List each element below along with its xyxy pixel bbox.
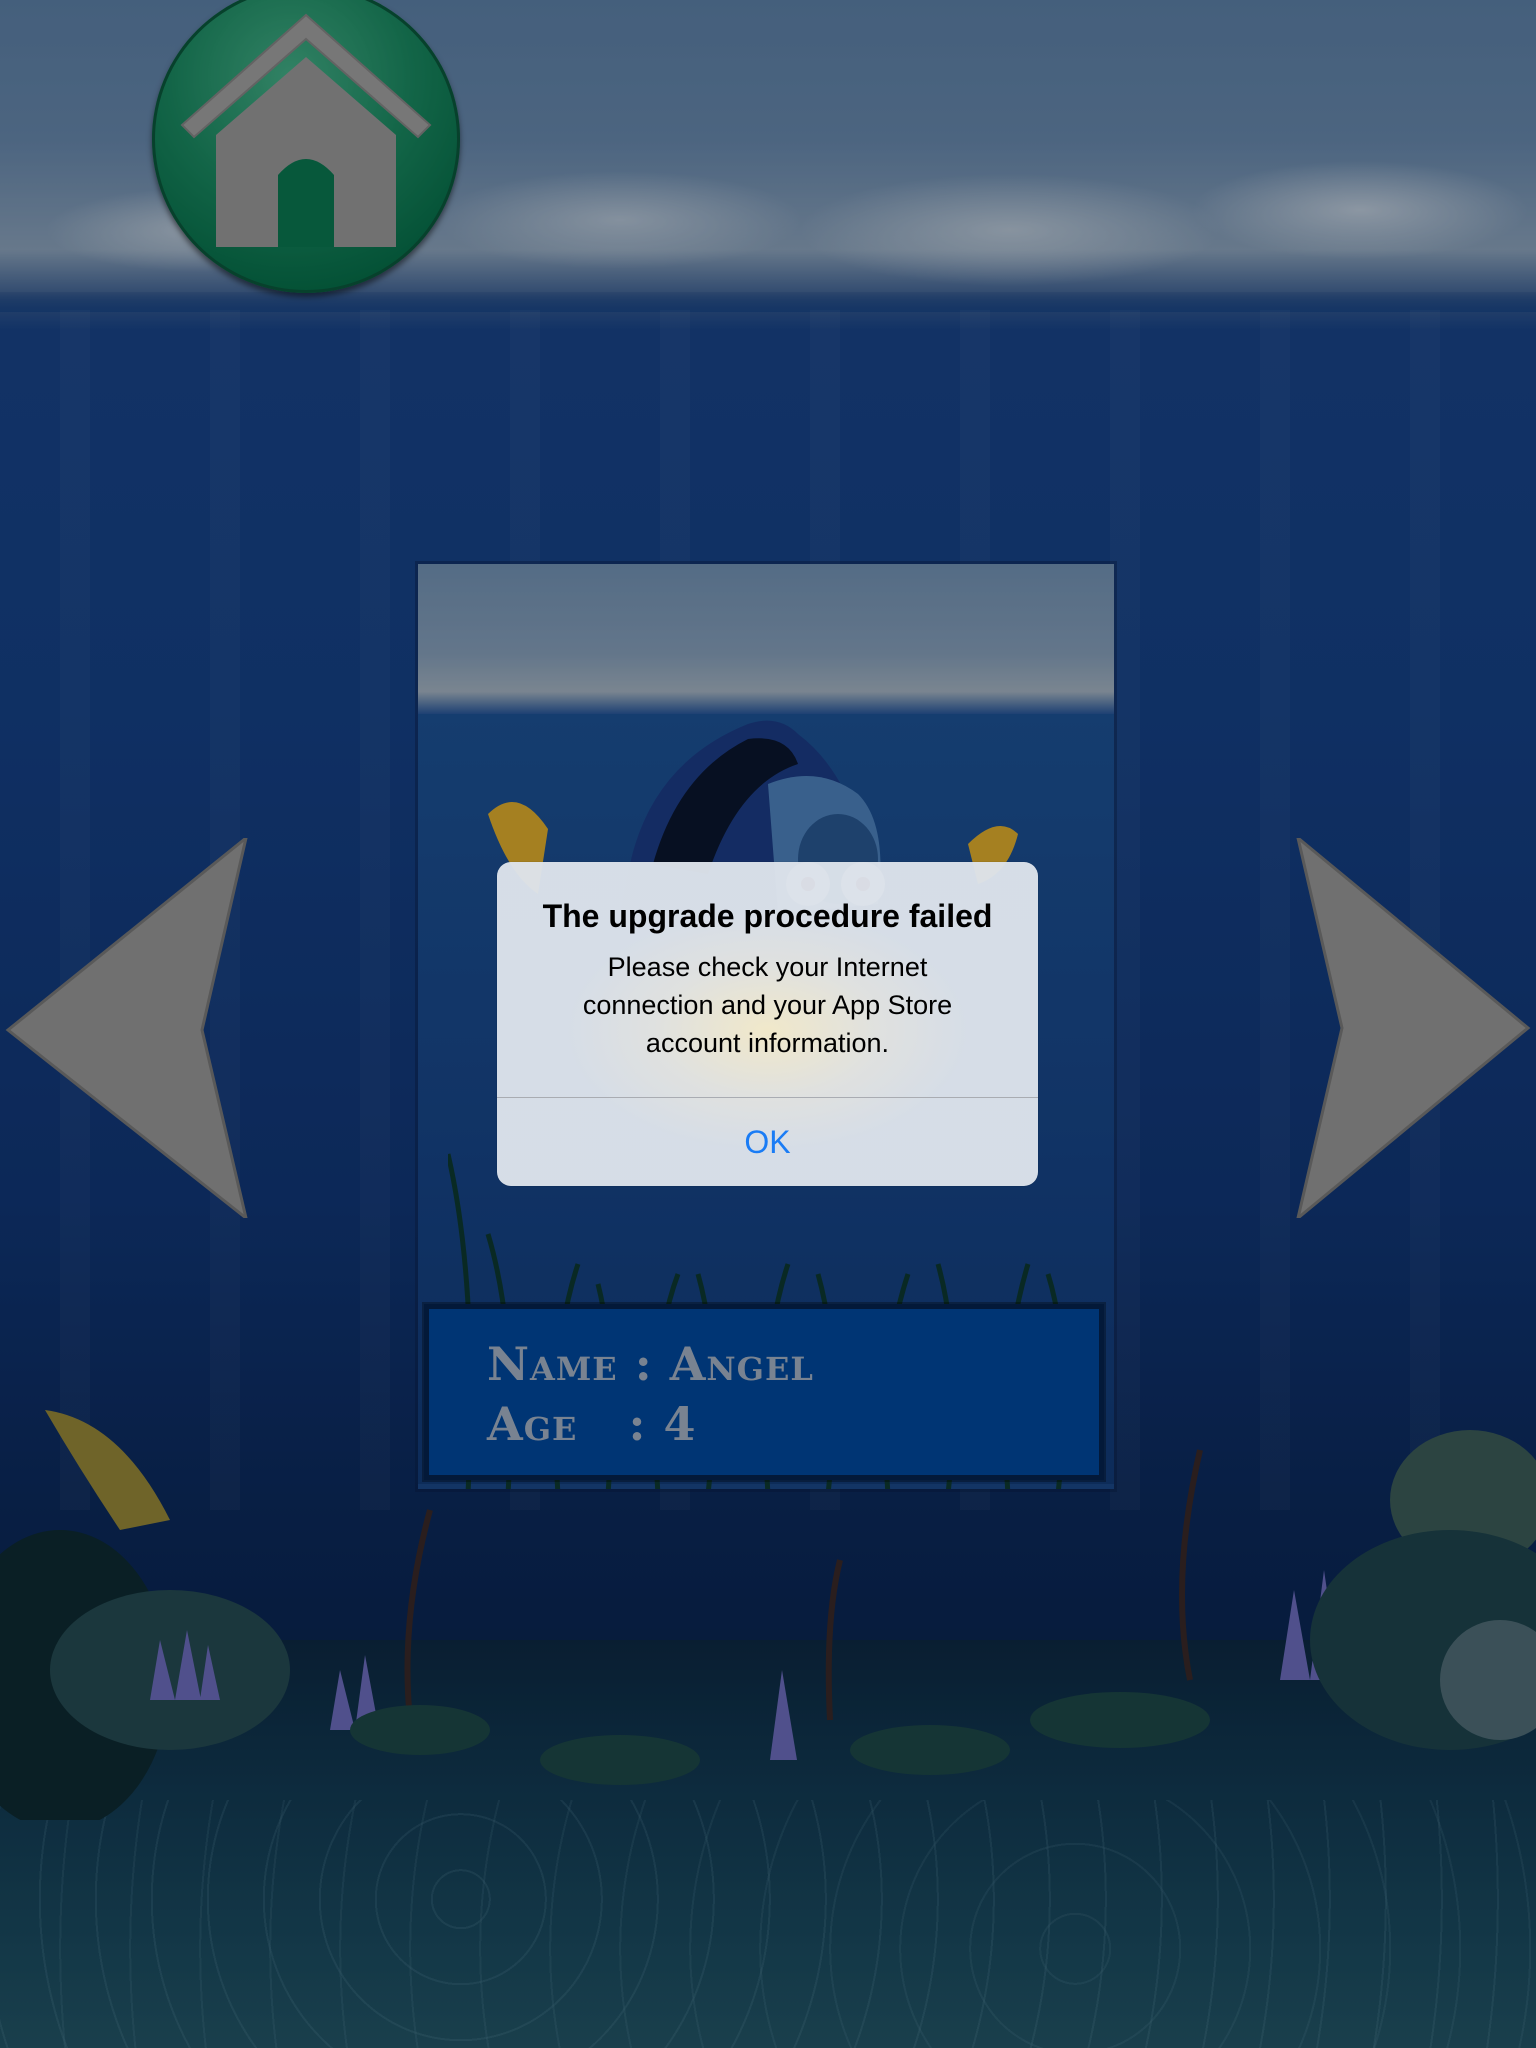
alert-title: The upgrade procedure failed (542, 898, 993, 934)
alert-dialog: The upgrade procedure failed Please chec… (497, 862, 1038, 1186)
ok-button[interactable]: OK (497, 1098, 1038, 1186)
alert-message: Please check your Internet connection an… (582, 952, 953, 1058)
